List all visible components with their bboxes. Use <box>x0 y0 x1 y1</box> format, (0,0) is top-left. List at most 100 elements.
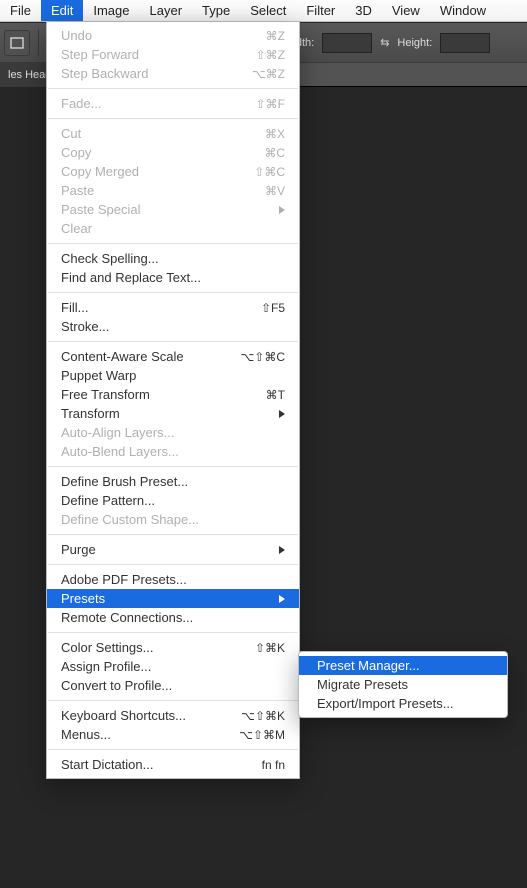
menu-item-label: Clear <box>61 221 285 236</box>
menu-item-auto-blend-layers: Auto-Blend Layers... <box>47 442 299 461</box>
menu-item-shortcut: ⇧⌘K <box>255 641 285 655</box>
menu-item-color-settings[interactable]: Color Settings...⇧⌘K <box>47 638 299 657</box>
menubar: File Edit Image Layer Type Select Filter… <box>0 0 527 22</box>
menu-item-assign-profile[interactable]: Assign Profile... <box>47 657 299 676</box>
submenu-arrow-icon <box>279 595 285 603</box>
menu-item-shortcut: ⇧⌘C <box>254 165 285 179</box>
menu-item-label: Assign Profile... <box>61 659 285 674</box>
height-label: Height: <box>397 37 432 49</box>
menu-item-label: Free Transform <box>61 387 266 402</box>
width-field[interactable] <box>322 33 372 53</box>
menu-item-shortcut: ⌥⇧⌘C <box>240 350 285 364</box>
submenu-item-preset-manager[interactable]: Preset Manager... <box>299 656 507 675</box>
submenu-item-export-import-presets[interactable]: Export/Import Presets... <box>299 694 507 713</box>
menu-item-fill[interactable]: Fill...⇧F5 <box>47 298 299 317</box>
menu-item-label: Step Backward <box>61 66 252 81</box>
menu-separator <box>48 749 298 750</box>
menu-item-cut: Cut⌘X <box>47 124 299 143</box>
menu-item-transform[interactable]: Transform <box>47 404 299 423</box>
menu-filter[interactable]: Filter <box>296 0 345 21</box>
submenu-item-migrate-presets[interactable]: Migrate Presets <box>299 675 507 694</box>
menu-item-find-and-replace-text[interactable]: Find and Replace Text... <box>47 268 299 287</box>
menu-edit[interactable]: Edit <box>41 0 83 21</box>
menu-item-label: Find and Replace Text... <box>61 270 285 285</box>
menu-item-presets[interactable]: Presets <box>47 589 299 608</box>
menu-item-adobe-pdf-presets[interactable]: Adobe PDF Presets... <box>47 570 299 589</box>
menu-item-label: Cut <box>61 126 265 141</box>
menu-item-paste-special: Paste Special <box>47 200 299 219</box>
menu-item-shortcut: fn fn <box>262 758 285 772</box>
menu-item-label: Remote Connections... <box>61 610 285 625</box>
menu-view[interactable]: View <box>382 0 430 21</box>
menu-item-shortcut: ⇧⌘Z <box>256 48 285 62</box>
menu-select[interactable]: Select <box>240 0 296 21</box>
menu-item-label: Purge <box>61 542 279 557</box>
menu-item-label: Start Dictation... <box>61 757 262 772</box>
menu-item-label: Stroke... <box>61 319 285 334</box>
menu-item-label: Adobe PDF Presets... <box>61 572 285 587</box>
menu-item-copy: Copy⌘C <box>47 143 299 162</box>
menu-item-purge[interactable]: Purge <box>47 540 299 559</box>
height-field[interactable] <box>440 33 490 53</box>
submenu-item-label: Preset Manager... <box>317 658 420 673</box>
menu-layer[interactable]: Layer <box>140 0 193 21</box>
menu-image[interactable]: Image <box>83 0 139 21</box>
menu-item-auto-align-layers: Auto-Align Layers... <box>47 423 299 442</box>
menu-item-start-dictation[interactable]: Start Dictation...fn fn <box>47 755 299 774</box>
menu-item-label: Color Settings... <box>61 640 255 655</box>
menu-item-remote-connections[interactable]: Remote Connections... <box>47 608 299 627</box>
menu-window[interactable]: Window <box>430 0 496 21</box>
menu-item-label: Copy Merged <box>61 164 254 179</box>
menu-item-shortcut: ⌘V <box>265 184 285 198</box>
menu-item-label: Content-Aware Scale <box>61 349 240 364</box>
menu-item-step-backward: Step Backward⌥⌘Z <box>47 64 299 83</box>
menu-item-label: Menus... <box>61 727 239 742</box>
menu-separator <box>48 341 298 342</box>
menu-item-undo: Undo⌘Z <box>47 26 299 45</box>
submenu-arrow-icon <box>279 206 285 214</box>
menu-item-label: Fill... <box>61 300 261 315</box>
presets-submenu: Preset Manager... Migrate PresetsExport/I… <box>298 651 508 718</box>
menu-item-paste: Paste⌘V <box>47 181 299 200</box>
menu-item-content-aware-scale[interactable]: Content-Aware Scale⌥⇧⌘C <box>47 347 299 366</box>
menu-item-shortcut: ⌘Z <box>266 29 285 43</box>
menu-item-label: Presets <box>61 591 279 606</box>
menu-item-keyboard-shortcuts[interactable]: Keyboard Shortcuts...⌥⇧⌘K <box>47 706 299 725</box>
menu-item-fade: Fade...⇧⌘F <box>47 94 299 113</box>
rectangle-tool-icon <box>9 35 25 51</box>
menu-item-label: Paste Special <box>61 202 279 217</box>
menu-item-label: Paste <box>61 183 265 198</box>
tool-icon[interactable] <box>4 30 30 56</box>
menu-item-shortcut: ⌥⇧⌘K <box>241 709 285 723</box>
menu-item-check-spelling[interactable]: Check Spelling... <box>47 249 299 268</box>
menu-item-label: Fade... <box>61 96 256 111</box>
menu-item-define-pattern[interactable]: Define Pattern... <box>47 491 299 510</box>
edit-menu-dropdown: Undo⌘Z Step Forward⇧⌘Z Step Backward⌥⌘Z Fad… <box>46 22 300 779</box>
menu-item-define-custom-shape: Define Custom Shape... <box>47 510 299 529</box>
menu-item-shortcut: ⌘C <box>264 146 285 160</box>
menu-item-free-transform[interactable]: Free Transform⌘T <box>47 385 299 404</box>
menu-item-clear: Clear <box>47 219 299 238</box>
menu-3d[interactable]: 3D <box>345 0 382 21</box>
menu-item-label: Puppet Warp <box>61 368 285 383</box>
menu-separator <box>48 466 298 467</box>
menu-item-copy-merged: Copy Merged⇧⌘C <box>47 162 299 181</box>
submenu-arrow-icon <box>279 410 285 418</box>
menu-item-convert-to-profile[interactable]: Convert to Profile... <box>47 676 299 695</box>
menu-item-label: Auto-Align Layers... <box>61 425 285 440</box>
menu-item-stroke[interactable]: Stroke... <box>47 317 299 336</box>
menu-separator <box>48 243 298 244</box>
menu-item-menus[interactable]: Menus...⌥⇧⌘M <box>47 725 299 744</box>
menu-item-shortcut: ⌘T <box>266 388 285 402</box>
menu-item-label: Undo <box>61 28 266 43</box>
menu-item-label: Step Forward <box>61 47 256 62</box>
menu-separator <box>48 564 298 565</box>
menu-item-label: Convert to Profile... <box>61 678 285 693</box>
menu-type[interactable]: Type <box>192 0 240 21</box>
menu-separator <box>48 118 298 119</box>
link-icon[interactable]: ⇆ <box>380 36 389 49</box>
menu-item-puppet-warp[interactable]: Puppet Warp <box>47 366 299 385</box>
menu-separator <box>48 534 298 535</box>
menu-file[interactable]: File <box>0 0 41 21</box>
menu-item-define-brush-preset[interactable]: Define Brush Preset... <box>47 472 299 491</box>
